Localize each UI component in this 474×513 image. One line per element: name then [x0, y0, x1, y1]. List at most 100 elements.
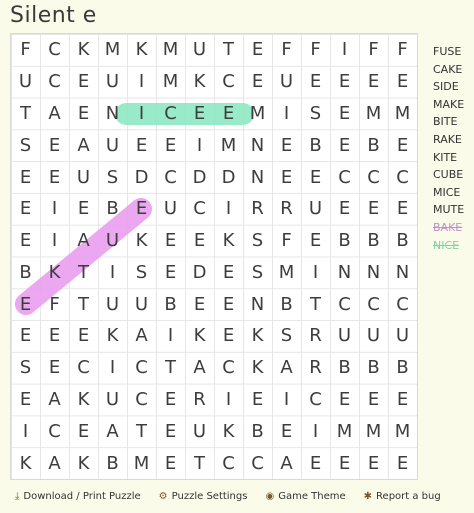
grid-cell[interactable]: K: [69, 34, 98, 66]
grid-cell[interactable]: M: [214, 129, 243, 161]
grid-cell[interactable]: I: [301, 415, 330, 447]
grid-cell[interactable]: C: [301, 384, 330, 416]
grid-cell[interactable]: D: [185, 161, 214, 193]
grid-cell[interactable]: E: [243, 34, 272, 66]
grid-cell[interactable]: R: [243, 193, 272, 225]
grid-cell[interactable]: E: [185, 98, 214, 130]
grid-cell[interactable]: A: [40, 98, 69, 130]
grid-cell[interactable]: M: [127, 447, 156, 479]
grid-cell[interactable]: K: [243, 320, 272, 352]
grid-cell[interactable]: E: [156, 447, 185, 479]
grid-cell[interactable]: B: [388, 225, 417, 257]
grid-cell[interactable]: U: [98, 288, 127, 320]
grid-cell[interactable]: M: [388, 98, 417, 130]
grid-cell[interactable]: M: [243, 98, 272, 130]
grid-cell[interactable]: E: [330, 66, 359, 98]
grid-cell[interactable]: K: [69, 447, 98, 479]
grid-cell[interactable]: I: [214, 193, 243, 225]
grid-cell[interactable]: I: [127, 98, 156, 130]
grid-cell[interactable]: A: [272, 352, 301, 384]
grid-cell[interactable]: R: [185, 384, 214, 416]
grid-cell[interactable]: I: [301, 256, 330, 288]
grid-cell[interactable]: U: [11, 66, 40, 98]
grid-cell[interactable]: K: [185, 66, 214, 98]
grid-cell[interactable]: K: [243, 352, 272, 384]
grid-cell[interactable]: E: [301, 161, 330, 193]
grid-cell[interactable]: U: [359, 320, 388, 352]
grid-cell[interactable]: B: [156, 288, 185, 320]
grid-cell[interactable]: A: [40, 384, 69, 416]
grid-cell[interactable]: U: [388, 320, 417, 352]
grid-cell[interactable]: C: [243, 447, 272, 479]
grid-cell[interactable]: U: [98, 384, 127, 416]
grid-cell[interactable]: F: [11, 34, 40, 66]
grid-cell[interactable]: R: [301, 320, 330, 352]
grid-cell[interactable]: E: [214, 288, 243, 320]
grid-cell[interactable]: K: [98, 320, 127, 352]
grid-cell[interactable]: D: [185, 256, 214, 288]
grid-cell[interactable]: T: [127, 415, 156, 447]
grid-cell[interactable]: I: [272, 384, 301, 416]
grid-cell[interactable]: I: [214, 384, 243, 416]
puzzle-settings-button[interactable]: ⚙ Puzzle Settings: [159, 491, 248, 502]
grid-cell[interactable]: C: [214, 447, 243, 479]
grid-cell[interactable]: U: [272, 66, 301, 98]
grid-cell[interactable]: A: [185, 352, 214, 384]
grid-cell[interactable]: D: [214, 161, 243, 193]
grid-cell[interactable]: U: [127, 288, 156, 320]
grid-cell[interactable]: E: [214, 320, 243, 352]
grid-cell[interactable]: B: [301, 129, 330, 161]
grid-cell[interactable]: C: [359, 288, 388, 320]
grid-cell[interactable]: N: [359, 256, 388, 288]
grid-cell[interactable]: F: [272, 34, 301, 66]
grid-cell[interactable]: K: [127, 225, 156, 257]
grid-cell[interactable]: S: [98, 161, 127, 193]
grid-cell[interactable]: U: [69, 161, 98, 193]
grid-cell[interactable]: B: [272, 288, 301, 320]
grid-cell[interactable]: K: [69, 384, 98, 416]
grid-cell[interactable]: E: [272, 161, 301, 193]
grid-cell[interactable]: A: [69, 129, 98, 161]
grid-cell[interactable]: E: [388, 66, 417, 98]
grid-cell[interactable]: E: [156, 384, 185, 416]
grid-cell[interactable]: F: [272, 225, 301, 257]
grid-cell[interactable]: E: [11, 225, 40, 257]
grid-cell[interactable]: U: [98, 129, 127, 161]
grid-cell[interactable]: T: [301, 288, 330, 320]
grid-cell[interactable]: F: [388, 34, 417, 66]
grid-cell[interactable]: E: [243, 66, 272, 98]
grid-cell[interactable]: I: [330, 34, 359, 66]
grid-cell[interactable]: E: [330, 129, 359, 161]
grid-cell[interactable]: C: [388, 161, 417, 193]
grid-cell[interactable]: K: [185, 320, 214, 352]
grid-cell[interactable]: C: [388, 288, 417, 320]
grid-cell[interactable]: C: [330, 288, 359, 320]
grid-cell[interactable]: S: [11, 129, 40, 161]
grid-cell[interactable]: E: [359, 447, 388, 479]
grid-cell[interactable]: B: [330, 352, 359, 384]
grid-cell[interactable]: A: [272, 447, 301, 479]
grid-cell[interactable]: E: [330, 98, 359, 130]
grid-cell[interactable]: M: [330, 415, 359, 447]
grid-cell[interactable]: N: [330, 256, 359, 288]
grid-cell[interactable]: B: [359, 352, 388, 384]
grid-cell[interactable]: C: [214, 66, 243, 98]
grid-cell[interactable]: M: [388, 415, 417, 447]
grid-cell[interactable]: A: [98, 415, 127, 447]
grid-cell[interactable]: N: [243, 161, 272, 193]
grid-cell[interactable]: C: [69, 352, 98, 384]
grid-cell[interactable]: B: [359, 129, 388, 161]
grid-cell[interactable]: T: [69, 256, 98, 288]
grid-cell[interactable]: U: [330, 320, 359, 352]
grid-cell[interactable]: B: [98, 447, 127, 479]
grid-cell[interactable]: E: [388, 129, 417, 161]
grid-cell[interactable]: A: [69, 225, 98, 257]
grid-cell[interactable]: E: [69, 320, 98, 352]
grid-cell[interactable]: D: [127, 161, 156, 193]
grid-cell[interactable]: U: [98, 225, 127, 257]
grid-cell[interactable]: M: [156, 66, 185, 98]
grid-cell[interactable]: U: [301, 193, 330, 225]
grid-cell[interactable]: U: [185, 415, 214, 447]
grid-cell[interactable]: B: [330, 225, 359, 257]
download-button[interactable]: ⤓ Download / Print Puzzle: [15, 491, 141, 502]
